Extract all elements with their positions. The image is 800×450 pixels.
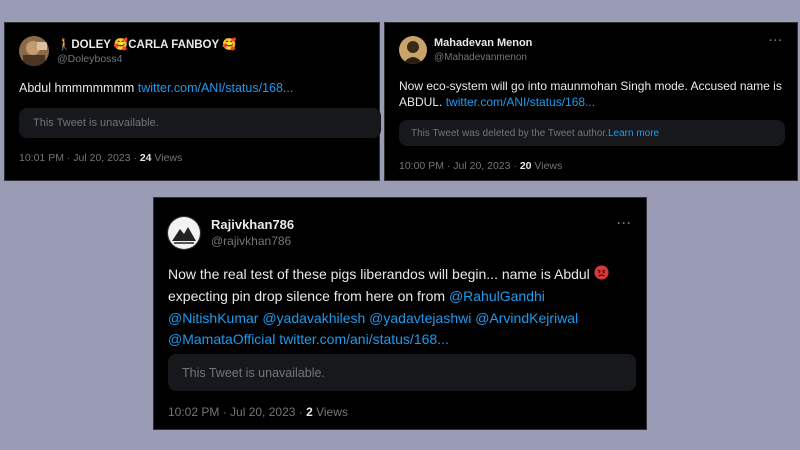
timestamp[interactable]: 10:02 PM · Jul 20, 2023 · [168,405,306,419]
display-name[interactable]: 🚶DOLEY 🥰CARLA FANBOY 🥰 [57,37,236,51]
quote-text: This Tweet is unavailable. [182,365,325,380]
mention-rahulgandhi[interactable]: @RahulGandhi [449,288,545,304]
user-handle[interactable]: @Mahadevanmenon [434,52,527,63]
user-handle[interactable]: @Doleyboss4 [57,53,123,65]
tweet-link[interactable]: twitter.com/ani/status/168... [279,331,449,347]
more-options-icon[interactable]: ··· [617,216,632,230]
tweet-meta: 10:02 PM · Jul 20, 2023 · 2 Views [168,405,348,419]
angry-face-emoji [594,265,609,287]
quote-text: This Tweet is unavailable. [33,117,159,129]
tweet-card-mahadevan[interactable]: Mahadevan Menon @Mahadevanmenon ··· Now … [384,22,798,181]
tweet-text: Now eco-system will go into maunmohan Si… [399,78,785,110]
views-label: Views [531,160,563,172]
tweet-text: Now the real test of these pigs liberand… [168,264,638,351]
timestamp[interactable]: 10:01 PM · Jul 20, 2023 · [19,152,140,164]
user-handle[interactable]: @rajivkhan786 [211,234,291,248]
tweet-meta: 10:01 PM · Jul 20, 2023 · 24 Views [19,152,182,164]
tweet-text-continued: expecting pin drop silence from here on … [168,288,449,305]
tweet-text-content: Now the real test of these pigs liberand… [168,266,594,282]
views-label: Views [151,152,183,164]
display-name[interactable]: Mahadevan Menon [434,37,532,49]
avatar[interactable] [399,36,427,64]
tweet-link[interactable]: twitter.com/ANI/status/168... [446,95,595,109]
quote-text: This Tweet was deleted by the Tweet auth… [411,127,608,139]
display-name[interactable]: Rajivkhan786 [211,217,294,232]
avatar[interactable] [167,216,201,250]
mention-yadavakhilesh[interactable]: @yadavakhilesh [262,310,365,326]
mention-mamataofficial[interactable]: @MamataOfficial [168,331,275,347]
tweet-card-doley[interactable]: 🚶DOLEY 🥰CARLA FANBOY 🥰 @Doleyboss4 Abdul… [4,22,381,181]
mention-arvindkejriwal[interactable]: @ArvindKejriwal [475,310,578,326]
views-label: Views [312,405,348,419]
avatar[interactable] [19,36,49,66]
more-options-icon[interactable]: ··· [769,35,783,47]
view-count: 24 [139,152,152,164]
learn-more-link[interactable]: Learn more [608,128,659,139]
tweet-text: Abdul hmmmmmmm twitter.com/ANI/status/16… [19,81,293,95]
tweet-link[interactable]: twitter.com/ANI/status/168... [138,81,294,95]
quoted-tweet-deleted: This Tweet was deleted by the Tweet auth… [399,120,785,146]
view-count: 20 [519,160,532,172]
view-count: 2 [306,405,313,419]
tweet-text-content: Abdul hmmmmmmm [19,81,138,95]
quoted-tweet-unavailable: This Tweet is unavailable. [168,354,636,391]
mention-yadavtejashwi[interactable]: @yadavtejashwi [369,310,471,326]
quoted-tweet-unavailable: This Tweet is unavailable. [19,108,381,138]
tweet-meta: 10:00 PM · Jul 20, 2023 · 20 Views [399,160,562,172]
timestamp[interactable]: 10:00 PM · Jul 20, 2023 · [399,160,520,172]
mention-nitishkumar[interactable]: @NitishKumar [168,310,258,326]
tweet-card-rajivkhan[interactable]: Rajivkhan786 @rajivkhan786 ··· Now the r… [153,197,647,430]
